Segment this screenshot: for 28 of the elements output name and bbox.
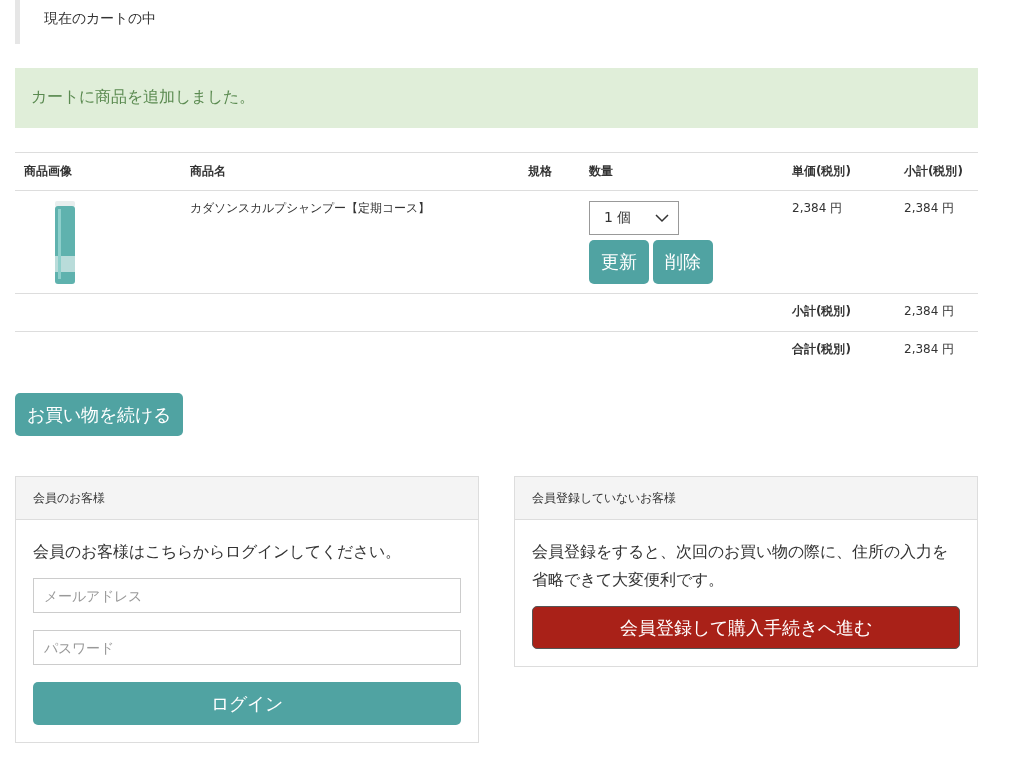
register-checkout-button[interactable]: 会員登録して購入手続きへ進む [532, 606, 960, 649]
registration-info: 会員登録をすると、次回のお買い物の際に、住所の入力を省略できて大変便利です。 [532, 541, 949, 591]
column-header: 商品画像 [15, 152, 181, 191]
email-field[interactable]: メールアドレス [33, 578, 461, 613]
summary-value: 2,384 円 [904, 342, 955, 356]
chevron-down-icon [655, 213, 669, 223]
column-header: 小計(税別) [895, 152, 978, 191]
success-alert: カートに商品を追加しました。 [15, 68, 978, 128]
summary-value: 2,384 円 [904, 304, 955, 318]
quantity-select[interactable]: 1 個 [589, 201, 679, 235]
panel-title: 会員のお客様 [16, 477, 478, 520]
summary-label: 小計(税別) [792, 304, 851, 318]
continue-shopping-button[interactable]: お買い物を続ける [15, 393, 183, 436]
delete-button[interactable]: 削除 [653, 240, 713, 284]
update-button[interactable]: 更新 [589, 240, 649, 284]
panel-title: 会員登録していないお客様 [515, 477, 977, 520]
heading-text: 現在のカートの中 [44, 10, 156, 26]
line-subtotal: 2,384 円 [904, 201, 955, 215]
login-instruction: 会員のお客様はこちらからログインしてください。 [33, 541, 402, 563]
column-header: 規格 [519, 152, 580, 191]
column-header: 商品名 [181, 152, 519, 191]
login-button[interactable]: ログイン [33, 682, 461, 725]
summary-label: 合計(税別) [792, 342, 851, 356]
product-name[interactable]: カダソンスカルプシャンプー【定期コース】 [190, 201, 430, 215]
column-header: 数量 [580, 152, 783, 191]
unit-price: 2,384 円 [792, 201, 843, 215]
column-header: 単価(税別) [783, 152, 895, 191]
password-field[interactable]: パスワード [33, 630, 461, 665]
